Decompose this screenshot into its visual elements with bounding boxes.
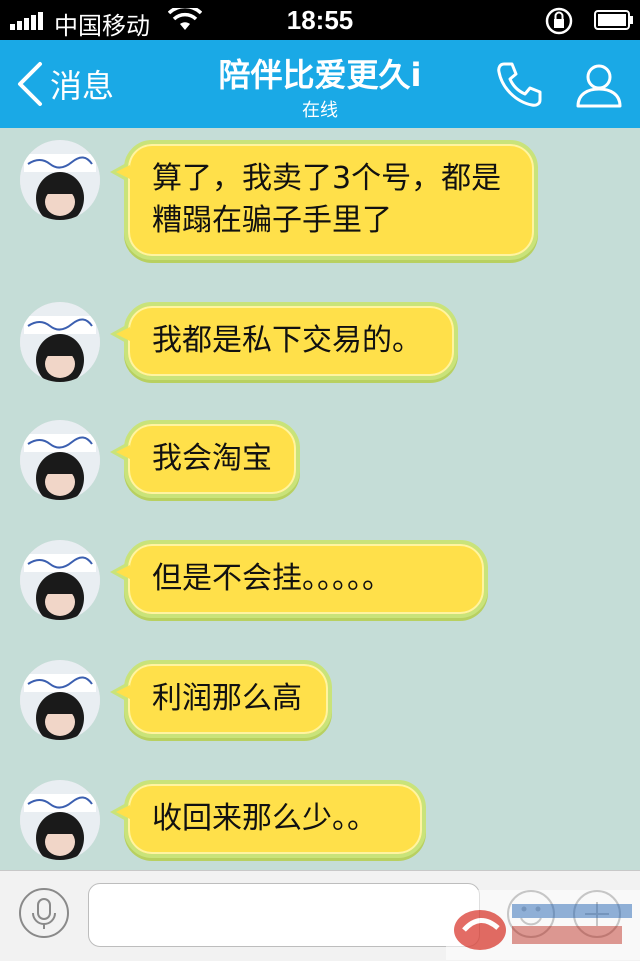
avatar[interactable] xyxy=(20,302,100,382)
avatar[interactable] xyxy=(20,540,100,620)
avatar-image xyxy=(20,420,100,500)
profile-icon[interactable] xyxy=(572,58,626,112)
microphone-icon[interactable] xyxy=(18,887,70,939)
message-bubble[interactable]: 我会淘宝 xyxy=(110,420,300,498)
rotation-lock-icon xyxy=(545,7,573,35)
message-row: 算了，我卖了3个号，都是糟蹋在骗子手里了 xyxy=(0,140,640,260)
nav-bar: 消息 陪伴比爱更久i 在线 xyxy=(0,40,640,128)
watermark-logo xyxy=(446,890,640,960)
avatar-image xyxy=(20,660,100,740)
message-row: 我会淘宝 xyxy=(0,420,640,500)
message-bubble[interactable]: 收回来那么少。。 xyxy=(110,780,426,858)
status-bar: 中国移动 18:55 xyxy=(0,0,640,40)
avatar[interactable] xyxy=(20,420,100,500)
message-bubble[interactable]: 我都是私下交易的。 xyxy=(110,302,458,380)
message-list[interactable]: 算了，我卖了3个号，都是糟蹋在骗子手里了 我都是私下交易的。 我会淘宝 但是不会… xyxy=(0,128,640,870)
message-row: 收回来那么少。。 xyxy=(0,780,640,860)
message-bubble[interactable]: 利润那么高 xyxy=(110,660,332,738)
message-row: 但是不会挂。。。。。 xyxy=(0,540,640,620)
message-bubble[interactable]: 算了，我卖了3个号，都是糟蹋在骗子手里了 xyxy=(110,140,538,260)
avatar-image xyxy=(20,780,100,860)
avatar[interactable] xyxy=(20,140,100,220)
message-row: 利润那么高 xyxy=(0,660,640,740)
avatar[interactable] xyxy=(20,780,100,860)
avatar-image xyxy=(20,302,100,382)
message-row: 我都是私下交易的。 xyxy=(0,302,640,382)
battery-icon xyxy=(594,10,633,30)
phone-icon[interactable] xyxy=(492,58,546,112)
message-input[interactable] xyxy=(88,883,480,947)
avatar-image xyxy=(20,140,100,220)
avatar[interactable] xyxy=(20,660,100,740)
avatar-image xyxy=(20,540,100,620)
message-bubble[interactable]: 但是不会挂。。。。。 xyxy=(110,540,488,618)
